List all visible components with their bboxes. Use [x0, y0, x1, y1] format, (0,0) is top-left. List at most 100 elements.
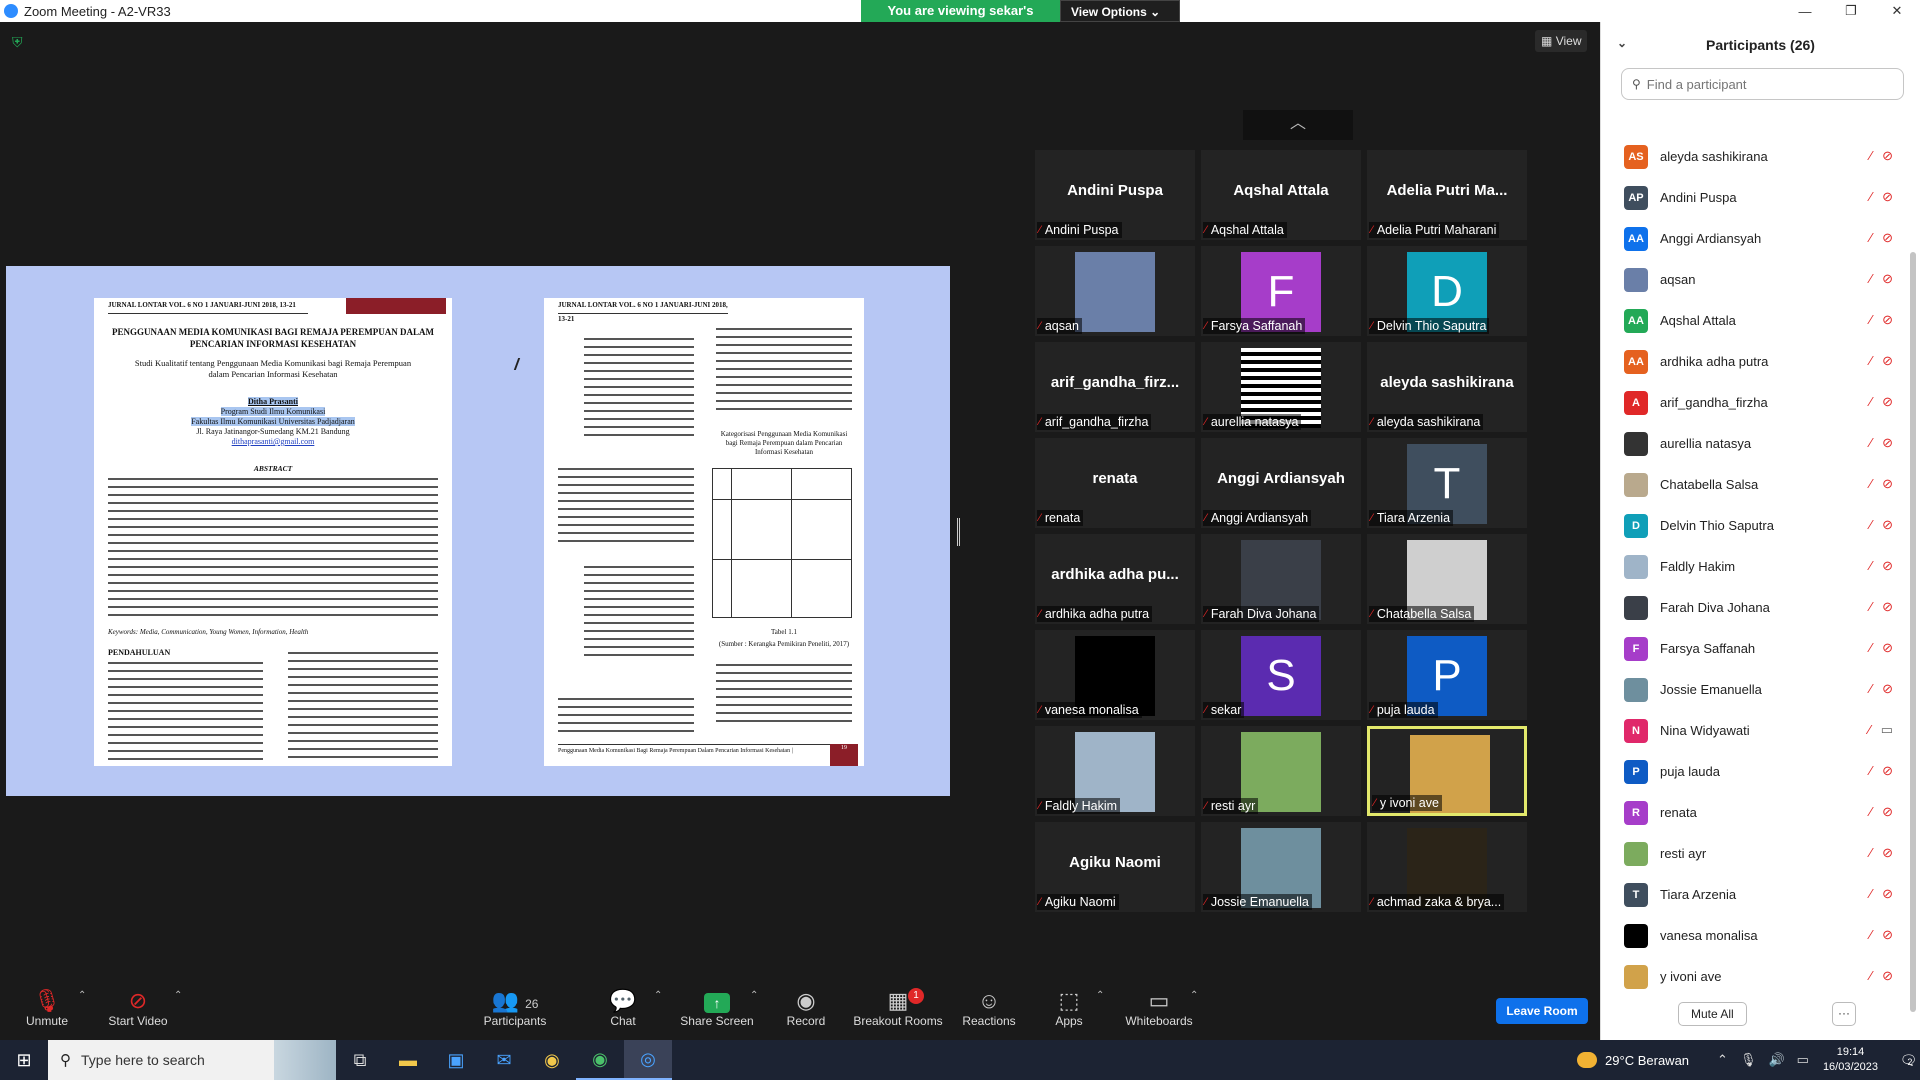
chrome-icon[interactable]: ◉	[528, 1040, 576, 1080]
video-tile[interactable]: Anggi Ardiansyah ⁄ Anggi Ardiansyah	[1201, 438, 1361, 528]
chrome-profile-icon[interactable]: ◉	[576, 1040, 624, 1080]
apps-options-caret[interactable]: ⌃	[1096, 990, 1104, 1001]
participant-row[interactable]: Rrenata ⁄ ⊘	[1601, 792, 1905, 833]
participants-button[interactable]: 👥 26 Participants	[480, 988, 550, 1028]
participant-search[interactable]: ⚲	[1621, 68, 1904, 100]
video-tile[interactable]: Aqshal Attala ⁄ Aqshal Attala	[1201, 150, 1361, 240]
chevron-up-icon[interactable]: ⌃	[1717, 1052, 1728, 1068]
video-tile[interactable]: F ⁄ Farsya Saffanah	[1201, 246, 1361, 336]
participant-row[interactable]: T Tiara Arzenia ⁄ ⊘	[1601, 874, 1905, 915]
chat-button[interactable]: 💬 Chat ⌃	[608, 988, 662, 1028]
close-button[interactable]: ✕	[1874, 0, 1920, 22]
volume-icon[interactable]: 🔊	[1768, 1052, 1784, 1068]
unmute-button[interactable]: 🎙 Unmute ⌃	[22, 988, 86, 1028]
participant-row[interactable]: Jossie Emanuella ⁄ ⊘	[1601, 669, 1905, 710]
zoom-taskbar-icon[interactable]: ◎	[624, 1040, 672, 1080]
start-video-button[interactable]: ⊘ Start Video ⌃	[106, 988, 182, 1028]
video-tile[interactable]: ⁄ y ivoni ave	[1367, 726, 1527, 816]
system-tray: 29°C Berawan ⌃ 🎙 🔊 ▭ 19:14 16/03/2023 🗨 2	[1577, 1040, 1920, 1080]
taskbar-search[interactable]: ⚲ Type here to search	[48, 1040, 336, 1080]
microsoft-store-icon[interactable]: ▣	[432, 1040, 480, 1080]
view-button[interactable]: ▦ View	[1535, 30, 1588, 52]
participant-row[interactable]: Faldly Hakim ⁄ ⊘	[1601, 546, 1905, 587]
participant-row[interactable]: AA Aqshal Attala ⁄ ⊘	[1601, 300, 1905, 341]
participant-row[interactable]: resti ayr ⁄ ⊘	[1601, 833, 1905, 874]
breakout-rooms-button[interactable]: ▦ 1 Breakout Rooms	[852, 988, 944, 1028]
taskbar-clock[interactable]: 19:14 16/03/2023	[1823, 1045, 1878, 1075]
video-tile[interactable]: T ⁄ Tiara Arzenia	[1367, 438, 1527, 528]
participant-search-input[interactable]	[1646, 76, 1887, 92]
task-view-icon[interactable]: ⧉	[336, 1040, 384, 1080]
video-tile[interactable]: Andini Puspa ⁄ Andini Puspa	[1035, 150, 1195, 240]
participant-row[interactable]: Aarif_gandha_firzha ⁄ ⊘	[1601, 382, 1905, 423]
video-tile[interactable]: ardhika adha pu... ⁄ ardhika adha putra	[1035, 534, 1195, 624]
video-tile[interactable]: D ⁄ Delvin Thio Saputra	[1367, 246, 1527, 336]
participant-row[interactable]: aqsan ⁄ ⊘	[1601, 259, 1905, 300]
video-tile[interactable]: arif_gandha_firz... ⁄ arif_gandha_firzha	[1035, 342, 1195, 432]
file-explorer-icon[interactable]: ▬	[384, 1040, 432, 1080]
participant-row[interactable]: AP Andini Puspa ⁄ ⊘	[1601, 177, 1905, 218]
video-tile[interactable]: aleyda sashikirana ⁄ aleyda sashikirana	[1367, 342, 1527, 432]
microphone-icon[interactable]: 🎙	[1740, 1052, 1757, 1068]
participant-row[interactable]: N Nina Widyawati ⁄ ▭	[1601, 710, 1905, 751]
record-button[interactable]: ◉ Record	[785, 988, 827, 1028]
participant-row[interactable]: vanesa monalisa ⁄ ⊘	[1601, 915, 1905, 956]
share-screen-button[interactable]: ↑ Share Screen ⌃	[680, 988, 758, 1028]
video-tile[interactable]: ⁄ Farah Diva Johana	[1201, 534, 1361, 624]
participant-row[interactable]: F Farsya Saffanah ⁄ ⊘	[1601, 628, 1905, 669]
more-options-button[interactable]: ···	[1832, 1002, 1856, 1026]
tile-name: y ivoni ave	[1379, 796, 1439, 810]
video-tile[interactable]: P ⁄ puja lauda	[1367, 630, 1527, 720]
chat-options-caret[interactable]: ⌃	[654, 990, 662, 1001]
view-options-button[interactable]: View Options ⌄	[1060, 0, 1180, 22]
participant-row[interactable]: Ppuja lauda ⁄ ⊘	[1601, 751, 1905, 792]
tile-name: Aqshal Attala	[1210, 223, 1284, 237]
participant-row[interactable]: Chatabella Salsa ⁄ ⊘	[1601, 464, 1905, 505]
video-tile[interactable]: Agiku Naomi ⁄ Agiku Naomi	[1035, 822, 1195, 912]
shared-screen[interactable]: JURNAL LONTAR VOL. 6 NO 1 JANUARI-JUNI 2…	[6, 266, 950, 796]
participant-row[interactable]: aurellia natasya ⁄ ⊘	[1601, 423, 1905, 464]
participants-panel: ⌄ Participants (26) ⚲ AS aleyda sashikira…	[1600, 22, 1920, 1040]
shield-icon[interactable]: ⛨	[12, 34, 28, 50]
minimize-button[interactable]: —	[1782, 0, 1828, 22]
avatar	[1624, 923, 1648, 948]
windows-start-icon[interactable]: ⊞	[0, 1040, 48, 1080]
video-tile[interactable]: S ⁄ sekar	[1201, 630, 1361, 720]
whiteboard-options-caret[interactable]: ⌃	[1190, 990, 1198, 1001]
video-tile[interactable]: ⁄ vanesa monalisa	[1035, 630, 1195, 720]
restore-button[interactable]: ❐	[1828, 0, 1874, 22]
video-tile[interactable]: Adelia Putri Ma... ⁄ Adelia Putri Maharani	[1367, 150, 1527, 240]
mute-all-button[interactable]: Mute All	[1678, 1002, 1747, 1026]
participant-row[interactable]: AS aleyda sashikirana ⁄ ⊘	[1601, 136, 1905, 177]
video-tile[interactable]: ⁄ resti ayr	[1201, 726, 1361, 816]
split-resize-handle[interactable]	[957, 518, 960, 546]
collapse-panel-icon[interactable]: ⌄	[1617, 36, 1627, 50]
video-tile[interactable]: ⁄ Faldly Hakim	[1035, 726, 1195, 816]
apps-button[interactable]: ⬚ Apps ⌃	[1054, 988, 1104, 1028]
mail-icon[interactable]: ✉	[480, 1040, 528, 1080]
weather-widget[interactable]: 29°C Berawan	[1577, 1052, 1689, 1068]
gallery-scroll-up-button[interactable]: ︿	[1243, 110, 1353, 140]
video-tile[interactable]: ⁄ aqsan	[1035, 246, 1195, 336]
participant-list-scrollbar[interactable]	[1910, 252, 1916, 1012]
video-tile[interactable]: ⁄ aurellia natasya	[1201, 342, 1361, 432]
video-tile[interactable]: renata ⁄ renata	[1035, 438, 1195, 528]
video-tile[interactable]: ⁄ achmad zaka & brya...	[1367, 822, 1527, 912]
video-tile[interactable]: ⁄ Jossie Emanuella	[1201, 822, 1361, 912]
page-footer: Penggunaan Media Komunikasi Bagi Remaja …	[558, 744, 858, 766]
participant-row[interactable]: y ivoni ave ⁄ ⊘	[1601, 956, 1905, 997]
notification-icon[interactable]: 🗨 2	[1892, 1040, 1920, 1080]
participant-row[interactable]: D Delvin Thio Saputra ⁄ ⊘	[1601, 505, 1905, 546]
avatar: AA	[1624, 226, 1648, 251]
leave-room-button[interactable]: Leave Room	[1496, 998, 1588, 1024]
whiteboards-button[interactable]: ▭ Whiteboards ⌃	[1124, 988, 1198, 1028]
video-tile[interactable]: ⁄ Chatabella Salsa	[1367, 534, 1527, 624]
network-icon[interactable]: ▭	[1797, 1052, 1809, 1068]
participant-row[interactable]: Farah Diva Johana ⁄ ⊘	[1601, 587, 1905, 628]
participant-row[interactable]: AA Anggi Ardiansyah ⁄ ⊘	[1601, 218, 1905, 259]
reactions-button[interactable]: ☺ Reactions	[962, 988, 1016, 1028]
video-options-caret[interactable]: ⌃	[174, 990, 182, 1001]
share-options-caret[interactable]: ⌃	[750, 990, 758, 1001]
participant-row[interactable]: AA ardhika adha putra ⁄ ⊘	[1601, 341, 1905, 382]
audio-options-caret[interactable]: ⌃	[78, 990, 86, 1001]
